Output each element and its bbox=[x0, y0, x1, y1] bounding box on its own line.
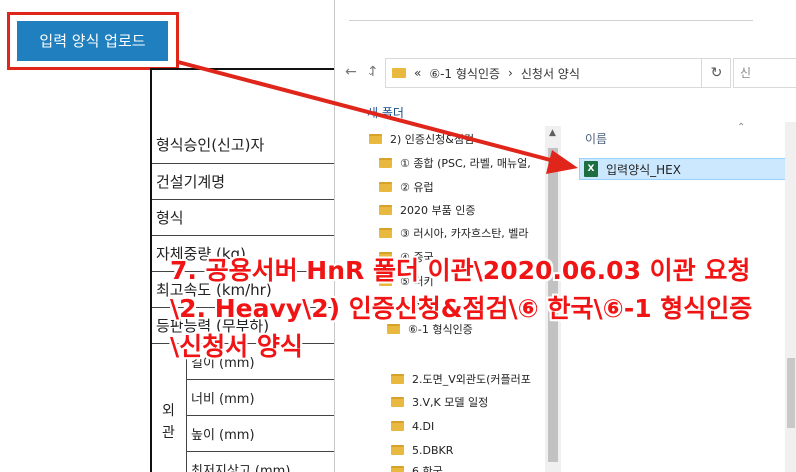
tree-item-6-korea-sub[interactable]: 6.한국 bbox=[391, 460, 559, 472]
scroll-up-icon[interactable]: ▲ bbox=[549, 128, 556, 138]
sort-caret-icon: ⌃ bbox=[737, 122, 746, 133]
file-list-scroll-thumb[interactable] bbox=[787, 358, 795, 428]
tree-item-label: ③ 러시아, 카자흐스탄, 벨라 bbox=[400, 227, 529, 240]
tree-item-2-drawing[interactable]: 2.도면_V외관도(커플러포 bbox=[391, 368, 559, 390]
address-overflow-icon[interactable]: « bbox=[414, 66, 421, 80]
path-caption: 7. 공용서버 HnR 폴더 이관\2020.06.03 이관 요청\2. He… bbox=[170, 256, 753, 361]
column-header-name[interactable]: 이름 bbox=[585, 130, 607, 147]
refresh-icon[interactable]: ↻ bbox=[701, 58, 731, 88]
tree-item-2-certification[interactable]: 2) 인증신청&점검 bbox=[369, 128, 559, 150]
file-item-label: 입력양식_HEX bbox=[606, 162, 681, 177]
file-list-scrollbar[interactable] bbox=[785, 122, 796, 472]
form-group-exterior: 외 관 bbox=[152, 350, 186, 472]
search-input[interactable]: 신 bbox=[733, 58, 796, 88]
folder-icon bbox=[369, 134, 382, 144]
address-segment-2[interactable]: 신청서 양식 bbox=[521, 65, 580, 82]
folder-icon bbox=[391, 397, 404, 407]
tree-item-3-vk-schedule[interactable]: 3.V,K 모델 일정 bbox=[391, 391, 559, 413]
tree-item-3-russia[interactable]: ③ 러시아, 카자흐스탄, 벨라 bbox=[379, 222, 559, 244]
folder-icon bbox=[391, 374, 404, 384]
form-group-label-2: 관 bbox=[162, 425, 175, 441]
tree-item-label: ② 유럽 bbox=[400, 181, 434, 194]
form-group-label-1: 외 bbox=[162, 403, 175, 419]
tree-item-label: 3.V,K 모델 일정 bbox=[412, 396, 489, 409]
tree-item-5-dbkr[interactable]: 5.DBKR bbox=[391, 439, 559, 461]
toolbar-divider bbox=[349, 20, 753, 21]
folder-icon bbox=[392, 68, 406, 78]
file-item-input-form-hex[interactable]: X 입력양식_HEX bbox=[579, 158, 796, 180]
file-explorer-window: ← ⌄ ↑ « ⑥-1 형식인증 › 신청서 양식 ↻ 신 새 폴더 2) 인증… bbox=[334, 0, 796, 472]
upload-highlight-box: 입력 양식 업로드 bbox=[7, 12, 179, 70]
folder-icon bbox=[391, 445, 404, 455]
folder-icon bbox=[379, 228, 392, 238]
new-folder-button[interactable]: 새 폴더 bbox=[367, 104, 404, 121]
address-bar[interactable]: « ⑥-1 형식인증 › 신청서 양식 bbox=[385, 58, 731, 88]
folder-icon bbox=[391, 466, 404, 472]
back-arrow-icon[interactable]: ← bbox=[345, 64, 357, 80]
address-segment-1[interactable]: ⑥-1 형식인증 bbox=[429, 65, 500, 82]
folder-icon bbox=[379, 205, 392, 215]
tree-item-2-europe[interactable]: ② 유럽 bbox=[379, 176, 559, 198]
tree-item-label: 4.DI bbox=[412, 419, 435, 433]
folder-icon bbox=[391, 421, 404, 431]
excel-file-icon: X bbox=[584, 161, 598, 177]
tree-item-label: 2020 부품 인증 bbox=[400, 204, 476, 217]
tree-item-label: 6.한국 bbox=[412, 465, 443, 472]
tree-item-2020-parts[interactable]: 2020 부품 인증 bbox=[379, 199, 559, 221]
up-arrow-icon[interactable]: ↑ bbox=[367, 64, 379, 80]
folder-icon bbox=[379, 158, 392, 168]
upload-form-button[interactable]: 입력 양식 업로드 bbox=[17, 21, 168, 61]
tree-item-1-general[interactable]: ① 종합 (PSC, 라벨, 매뉴얼, bbox=[379, 152, 559, 174]
tree-item-label: ① 종합 (PSC, 라벨, 매뉴얼, bbox=[400, 157, 531, 170]
tree-item-label: 2) 인증신청&점검 bbox=[390, 133, 475, 146]
address-separator-icon: › bbox=[508, 66, 513, 80]
tree-item-label: 2.도면_V외관도(커플러포 bbox=[412, 373, 531, 386]
tree-item-label: 5.DBKR bbox=[412, 443, 454, 457]
folder-icon bbox=[379, 182, 392, 192]
tree-item-4-di[interactable]: 4.DI bbox=[391, 415, 559, 437]
